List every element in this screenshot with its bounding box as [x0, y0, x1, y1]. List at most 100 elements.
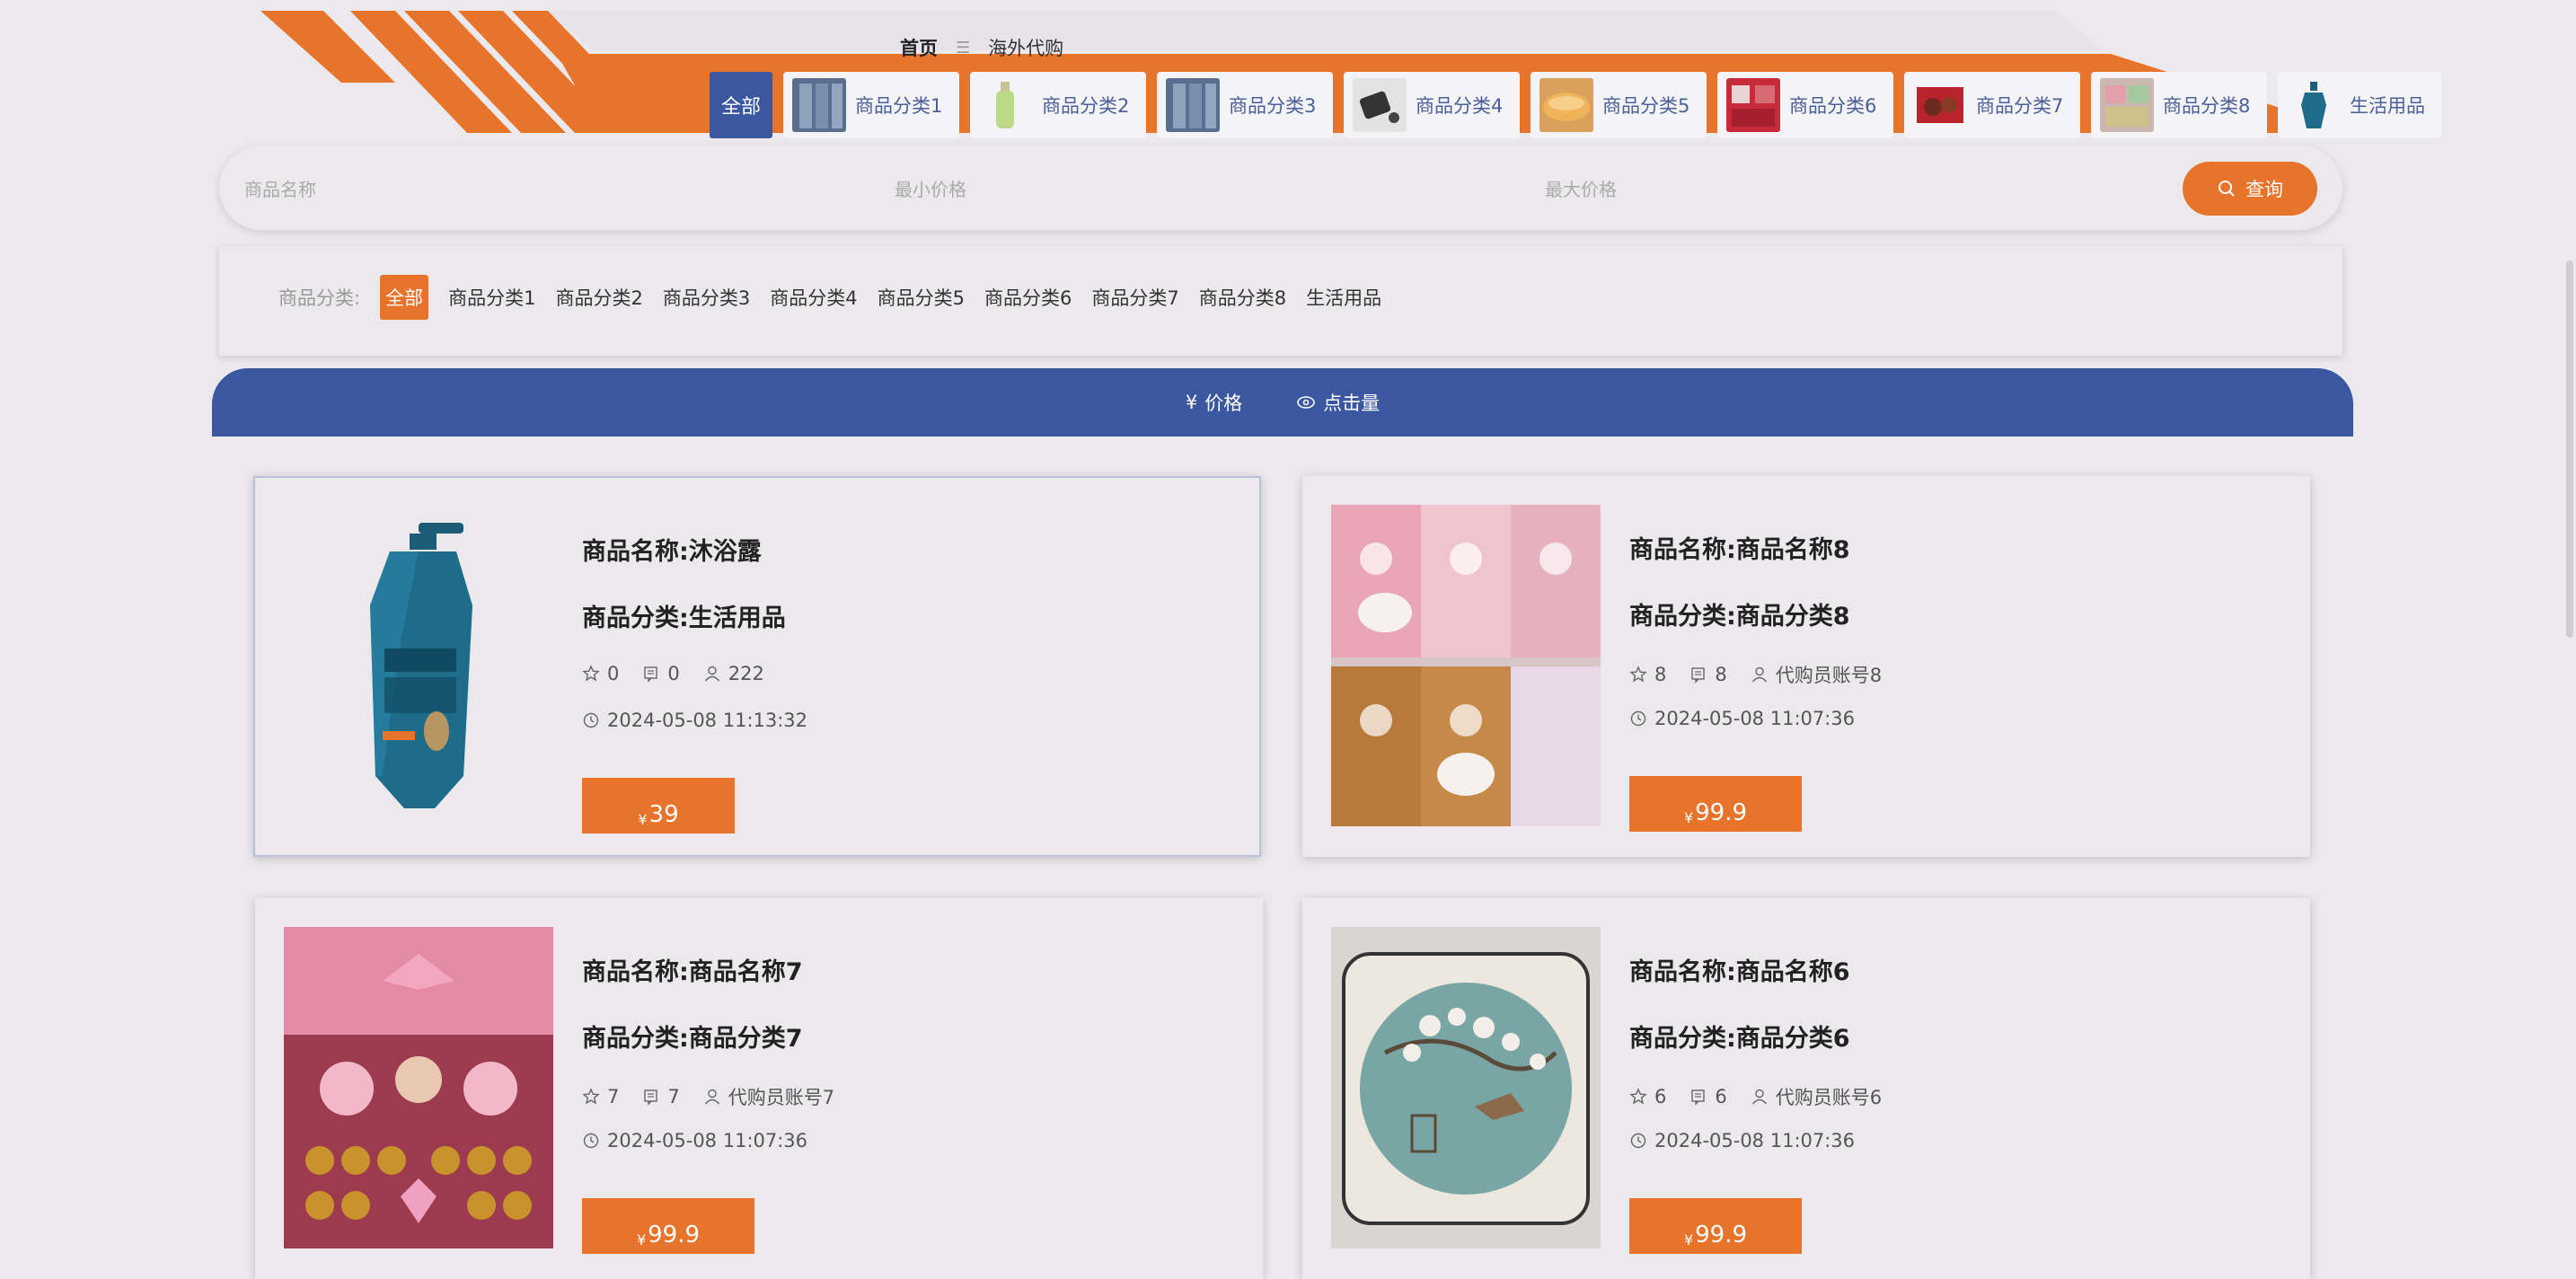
product-meta: 8 8 代购员账号8: [1629, 661, 1882, 688]
product-time: 2024-05-08 11:07:36: [1629, 708, 1855, 729]
product-user: 代购员账号8: [1775, 665, 1883, 686]
category-tab-label: 商品分类1: [855, 95, 943, 117]
comment-count: 6: [1715, 1086, 1727, 1107]
user-icon: [704, 1089, 719, 1105]
top-banner: 首页 ☰ 海外代购 全部 商品分类1 商品分类2 商品分类3 商品分类4 商品分…: [260, 11, 2441, 138]
category-tab-4[interactable]: 商品分类4: [1344, 72, 1520, 138]
product-timestamp: 2024-05-08 11:07:36: [1654, 708, 1856, 729]
price-button[interactable]: ¥99.9: [1629, 1198, 1802, 1254]
sort-clicks-label: 点击量: [1323, 393, 1381, 414]
product-category: 商品分类:商品分类8: [1629, 603, 1850, 631]
filter-item-8[interactable]: 商品分类8: [1199, 284, 1286, 311]
category-tab-label: 商品分类7: [1976, 95, 2064, 117]
product-time: 2024-05-08 11:07:36: [1629, 1130, 1855, 1151]
product-category: 商品分类:商品分类7: [582, 1025, 803, 1053]
star-icon: [1629, 666, 1647, 683]
category-tab-label: 商品分类3: [1229, 95, 1317, 117]
category-tab-1[interactable]: 商品分类1: [783, 72, 959, 138]
clock-icon: [1630, 710, 1646, 727]
breadcrumb: 首页 ☰ 海外代购: [900, 34, 1063, 61]
filter-item-3[interactable]: 商品分类3: [663, 284, 750, 311]
search-button[interactable]: 查询: [2183, 162, 2317, 216]
comment-count: 8: [1715, 664, 1727, 685]
currency-symbol: ¥: [636, 1231, 647, 1248]
filter-item-all[interactable]: 全部: [380, 275, 429, 320]
product-card[interactable]: 商品名称:商品名称6 商品分类:商品分类6 6 6 代购员账号6 2024-05…: [1302, 898, 2310, 1279]
filter-row: 商品分类: 全部 商品分类1 商品分类2 商品分类3 商品分类4 商品分类5 商…: [278, 275, 1381, 320]
category-tab-label: 生活用品: [2350, 95, 2425, 117]
category-tab-daily[interactable]: 生活用品: [2278, 72, 2441, 138]
product-price: 99.9: [1695, 1222, 1748, 1248]
star-icon: [582, 665, 600, 682]
category-tab-6[interactable]: 商品分类6: [1717, 72, 1893, 138]
currency-symbol: ¥: [1683, 809, 1694, 826]
comment-icon: [644, 666, 658, 683]
category-tab-2[interactable]: 商品分类2: [970, 72, 1146, 138]
product-card[interactable]: 商品名称:商品名称7 商品分类:商品分类7 7 7 代购员账号7 2024-05…: [255, 898, 1263, 1279]
category-tabs: 全部 商品分类1 商品分类2 商品分类3 商品分类4 商品分类5 商品分类6 商…: [710, 72, 2441, 138]
product-name-input[interactable]: 商品名称: [244, 146, 855, 230]
clock-icon: [583, 1133, 599, 1149]
max-price-input[interactable]: 最大价格: [1545, 146, 2156, 230]
category-1-thumbnail: [792, 78, 846, 132]
filter-item-daily[interactable]: 生活用品: [1306, 284, 1381, 311]
category-tab-7[interactable]: 商品分类7: [1904, 72, 2080, 138]
category-tab-8[interactable]: 商品分类8: [2091, 72, 2267, 138]
comment-icon: [644, 1089, 658, 1106]
eye-icon: [1297, 396, 1315, 409]
category-tab-label: 商品分类5: [1602, 95, 1690, 117]
breadcrumb-home[interactable]: 首页: [900, 34, 938, 61]
price-button[interactable]: ¥99.9: [582, 1198, 754, 1254]
filter-item-7[interactable]: 商品分类7: [1091, 284, 1178, 311]
product-price: 99.9: [648, 1222, 701, 1248]
user-icon: [1751, 1089, 1767, 1105]
breadcrumb-current: 海外代购: [988, 38, 1064, 59]
product-user: 222: [728, 663, 764, 684]
category-2-thumbnail: [979, 78, 1033, 132]
category-tab-label: 商品分类8: [2163, 95, 2251, 117]
product-timestamp: 2024-05-08 11:13:32: [607, 710, 808, 731]
like-count: 6: [1654, 1086, 1667, 1107]
product-image: [1331, 505, 1601, 826]
page-scrollbar[interactable]: [2563, 0, 2576, 1236]
product-price: 99.9: [1695, 799, 1748, 826]
price-button[interactable]: ¥39: [582, 778, 735, 834]
product-timestamp: 2024-05-08 11:07:36: [1654, 1130, 1856, 1151]
min-price-input[interactable]: 最小价格: [895, 146, 1505, 230]
category-tab-3[interactable]: 商品分类3: [1157, 72, 1333, 138]
category-tab-label: 商品分类4: [1416, 95, 1504, 117]
filter-item-2[interactable]: 商品分类2: [555, 284, 642, 311]
category-tab-label: 商品分类2: [1042, 95, 1130, 117]
star-icon: [582, 1088, 600, 1105]
clock-icon: [583, 712, 599, 728]
category-4-thumbnail: [1353, 78, 1407, 132]
filter-item-4[interactable]: 商品分类4: [770, 284, 857, 311]
scrollbar-thumb[interactable]: [2566, 260, 2573, 638]
star-icon: [1629, 1088, 1647, 1105]
category-tab-5[interactable]: 商品分类5: [1531, 72, 1707, 138]
product-meta: 0 0 222: [582, 663, 764, 684]
filter-item-1[interactable]: 商品分类1: [448, 284, 535, 311]
category-tab-label: 商品分类6: [1789, 95, 1877, 117]
product-image: [1331, 927, 1601, 1248]
price-button[interactable]: ¥99.9: [1629, 776, 1802, 832]
filter-item-5[interactable]: 商品分类5: [878, 284, 965, 311]
product-name: 商品名称:商品名称7: [582, 958, 803, 986]
sort-bar: ¥ 价格 点击量: [212, 368, 2353, 437]
category-8-thumbnail: [2100, 78, 2154, 132]
category-tab-all[interactable]: 全部: [710, 72, 772, 138]
filter-item-6[interactable]: 商品分类6: [984, 284, 1072, 311]
product-user: 代购员账号6: [1775, 1087, 1883, 1108]
category-6-thumbnail: [1726, 78, 1780, 132]
product-meta: 6 6 代购员账号6: [1629, 1083, 1882, 1110]
comment-icon: [1691, 667, 1706, 684]
product-name: 商品名称:商品名称6: [1629, 958, 1850, 986]
product-card[interactable]: 商品名称:商品名称8 商品分类:商品分类8 8 8 代购员账号8 2024-05…: [1302, 476, 2310, 857]
sort-by-price[interactable]: ¥ 价格: [1186, 389, 1242, 416]
product-card[interactable]: 商品名称:沐浴露 商品分类:生活用品 0 0 222 2024-05-08 11…: [253, 476, 1261, 857]
user-icon: [1751, 666, 1767, 683]
like-count: 8: [1654, 664, 1667, 685]
product-time: 2024-05-08 11:13:32: [582, 710, 807, 731]
sort-by-clicks[interactable]: 点击量: [1296, 389, 1380, 416]
category-5-thumbnail: [1539, 78, 1593, 132]
